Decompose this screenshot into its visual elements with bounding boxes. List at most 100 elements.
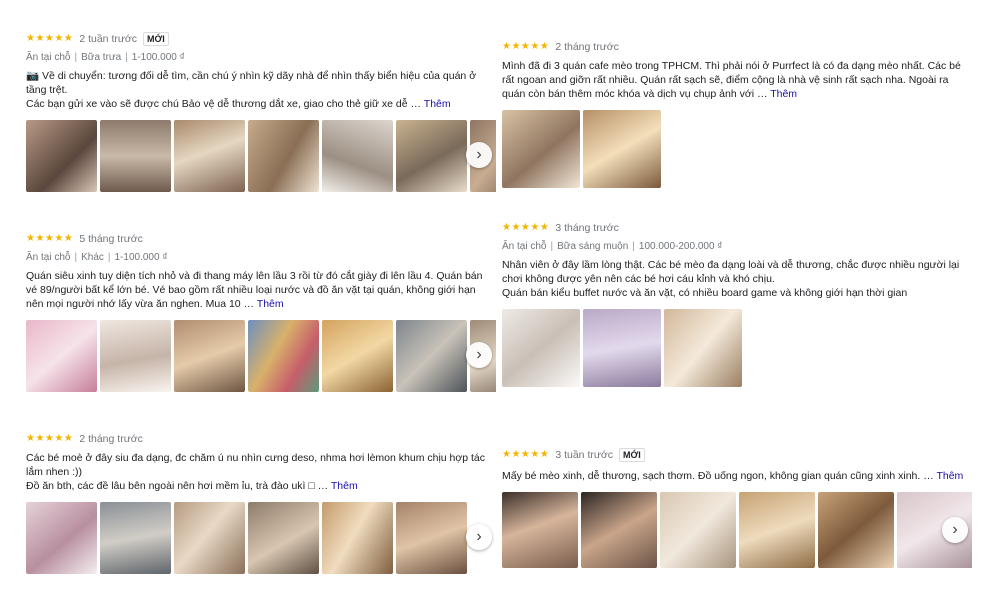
star-rating: ★★★★★	[26, 233, 74, 244]
review-photo[interactable]	[660, 492, 736, 568]
more-link[interactable]: Thêm	[770, 88, 797, 100]
review-photo[interactable]	[502, 309, 580, 387]
more-link[interactable]: Thêm	[257, 298, 284, 310]
photo-strip: ›	[502, 492, 972, 568]
next-photos-button[interactable]: ›	[466, 142, 492, 168]
review-text-line: Các bé moè ở đây siu đa dạng, đc chăm ú …	[26, 452, 486, 478]
review-text-line: Quán bán kiểu buffet nước và ăn vặt, có …	[502, 287, 908, 299]
review-meta: ★★★★★ 2 tuần trước MỚI	[26, 31, 496, 47]
review-card: ★★★★★ 2 tuần trước MỚI Ăn tại chỗ | Bữa tr…	[26, 31, 496, 192]
review-meta: ★★★★★ 2 tháng trước	[26, 431, 496, 447]
chevron-right-icon: ›	[476, 346, 482, 363]
review-photo[interactable]	[100, 502, 171, 574]
detail-price: 1-100.000 ₫	[131, 52, 185, 63]
review-time: 2 tháng trước	[79, 433, 143, 445]
review-meta: ★★★★★ 5 tháng trước	[26, 231, 496, 247]
review-photo[interactable]	[26, 120, 97, 192]
review-photo[interactable]	[322, 320, 393, 392]
review-photo[interactable]	[583, 110, 661, 188]
review-details: Ăn tại chỗ | Bữa trưa | 1-100.000 ₫	[26, 52, 185, 63]
review-text: Nhân viên ở đây lầm lòng thật. Các bé mè…	[502, 258, 972, 300]
review-text-line: 📷 Về di chuyển: tương đối dễ tìm, cần ch…	[26, 70, 477, 96]
review-photo[interactable]	[396, 320, 467, 392]
photo-strip	[502, 110, 972, 188]
chevron-right-icon: ›	[476, 528, 482, 545]
review-photo[interactable]	[248, 120, 319, 192]
photo-strip	[502, 309, 972, 387]
review-text-line: Mấy bé mèo xinh, dễ thương, sạch thơm. Đ…	[502, 470, 964, 482]
review-time: 3 tuần trước	[555, 449, 614, 461]
detail-meal: Bữa trưa	[81, 52, 122, 63]
review-meta: ★★★★★ 3 tuần trước MỚI	[502, 447, 972, 463]
star-rating: ★★★★★	[502, 41, 550, 52]
review-text: Quán siêu xinh tuy diện tích nhỏ và đi t…	[26, 269, 496, 311]
review-photo[interactable]	[581, 492, 657, 568]
star-rating: ★★★★★	[26, 33, 74, 44]
review-details: Ăn tại chỗ | Khác | 1-100.000 ₫	[26, 252, 168, 263]
review-photo[interactable]	[248, 320, 319, 392]
star-rating: ★★★★★	[502, 222, 550, 233]
review-photo[interactable]	[174, 120, 245, 192]
next-photos-button[interactable]: ›	[942, 517, 968, 543]
review-photo[interactable]	[174, 320, 245, 392]
review-text: Mình đã đi 3 quán cafe mèo trong TPHCM. …	[502, 59, 972, 101]
review-photo[interactable]	[26, 320, 97, 392]
review-text-line: Nhân viên ở đây lầm lòng thật. Các bé mè…	[502, 259, 960, 285]
review-photo[interactable]	[502, 492, 578, 568]
star-rating: ★★★★★	[502, 449, 550, 460]
new-badge: MỚI	[619, 448, 645, 462]
more-link[interactable]: Thêm	[424, 98, 451, 110]
review-photo[interactable]	[583, 309, 661, 387]
detail-service: Ăn tại chỗ	[26, 252, 71, 263]
detail-price: 1-100.000 ₫	[114, 252, 168, 263]
review-card: ★★★★★ 3 tuần trước MỚI Mấy bé mèo xinh, …	[502, 447, 972, 568]
detail-price: 100.000-200.000 ₫	[638, 241, 723, 252]
detail-meal: Khác	[81, 252, 104, 263]
review-time: 3 tháng trước	[555, 222, 619, 234]
review-card: ★★★★★ 2 tháng trước Mình đã đi 3 quán ca…	[502, 39, 972, 188]
photo-strip: ›	[26, 120, 496, 192]
review-meta: ★★★★★ 2 tháng trước	[502, 39, 972, 55]
review-text: Mấy bé mèo xinh, dễ thương, sạch thơm. Đ…	[502, 469, 972, 483]
review-text-line: Quán siêu xinh tuy diện tích nhỏ và đi t…	[26, 270, 483, 310]
review-details: Ăn tại chỗ | Bữa sáng muộn | 100.000-200.000…	[502, 241, 723, 252]
review-time: 5 tháng trước	[79, 233, 143, 245]
review-photo[interactable]	[739, 492, 815, 568]
review-photo[interactable]	[502, 110, 580, 188]
next-photos-button[interactable]: ›	[466, 342, 492, 368]
chevron-right-icon: ›	[476, 146, 482, 163]
more-link[interactable]: Thêm	[331, 480, 358, 492]
review-card: ★★★★★ 2 tháng trước Các bé moè ở đây siu…	[26, 431, 496, 574]
review-text-line: Mình đã đi 3 quán cafe mèo trong TPHCM. …	[502, 60, 961, 100]
star-rating: ★★★★★	[26, 433, 74, 444]
review-text-line: Đồ ăn bth, các đề lâu bên ngoài nên hơi …	[26, 480, 358, 492]
review-text: 📷 Về di chuyển: tương đối dễ tìm, cần ch…	[26, 69, 496, 111]
review-text: Các bé moè ở đây siu đa dạng, đc chăm ú …	[26, 451, 496, 493]
review-time: 2 tháng trước	[555, 41, 619, 53]
review-photo[interactable]	[248, 502, 319, 574]
review-meta: ★★★★★ 3 tháng trước	[502, 220, 972, 236]
review-photo[interactable]	[26, 502, 97, 574]
review-card: ★★★★★ 3 tháng trước Ăn tại chỗ | Bữa sáng …	[502, 220, 972, 387]
review-text-line: Các bạn gửi xe vào sẽ được chú Bảo vệ dễ…	[26, 98, 451, 110]
review-photo[interactable]	[100, 320, 171, 392]
detail-meal: Bữa sáng muộn	[557, 241, 629, 252]
detail-service: Ăn tại chỗ	[26, 52, 71, 63]
detail-service: Ăn tại chỗ	[502, 241, 547, 252]
review-photo[interactable]	[664, 309, 742, 387]
more-link[interactable]: Thêm	[936, 470, 963, 482]
review-photo[interactable]	[322, 502, 393, 574]
chevron-right-icon: ›	[952, 521, 958, 538]
review-photo[interactable]	[396, 502, 467, 574]
review-photo[interactable]	[818, 492, 894, 568]
review-time: 2 tuần trước	[79, 33, 138, 45]
review-photo[interactable]	[396, 120, 467, 192]
review-photo[interactable]	[174, 502, 245, 574]
review-photo[interactable]	[322, 120, 393, 192]
photo-strip: ›	[26, 320, 496, 392]
review-card: ★★★★★ 5 tháng trước Ăn tại chỗ | Khác | 1-10…	[26, 231, 496, 392]
new-badge: MỚI	[143, 32, 169, 46]
next-photos-button[interactable]: ›	[466, 524, 492, 550]
review-photo[interactable]	[100, 120, 171, 192]
photo-strip: ›	[26, 502, 496, 574]
